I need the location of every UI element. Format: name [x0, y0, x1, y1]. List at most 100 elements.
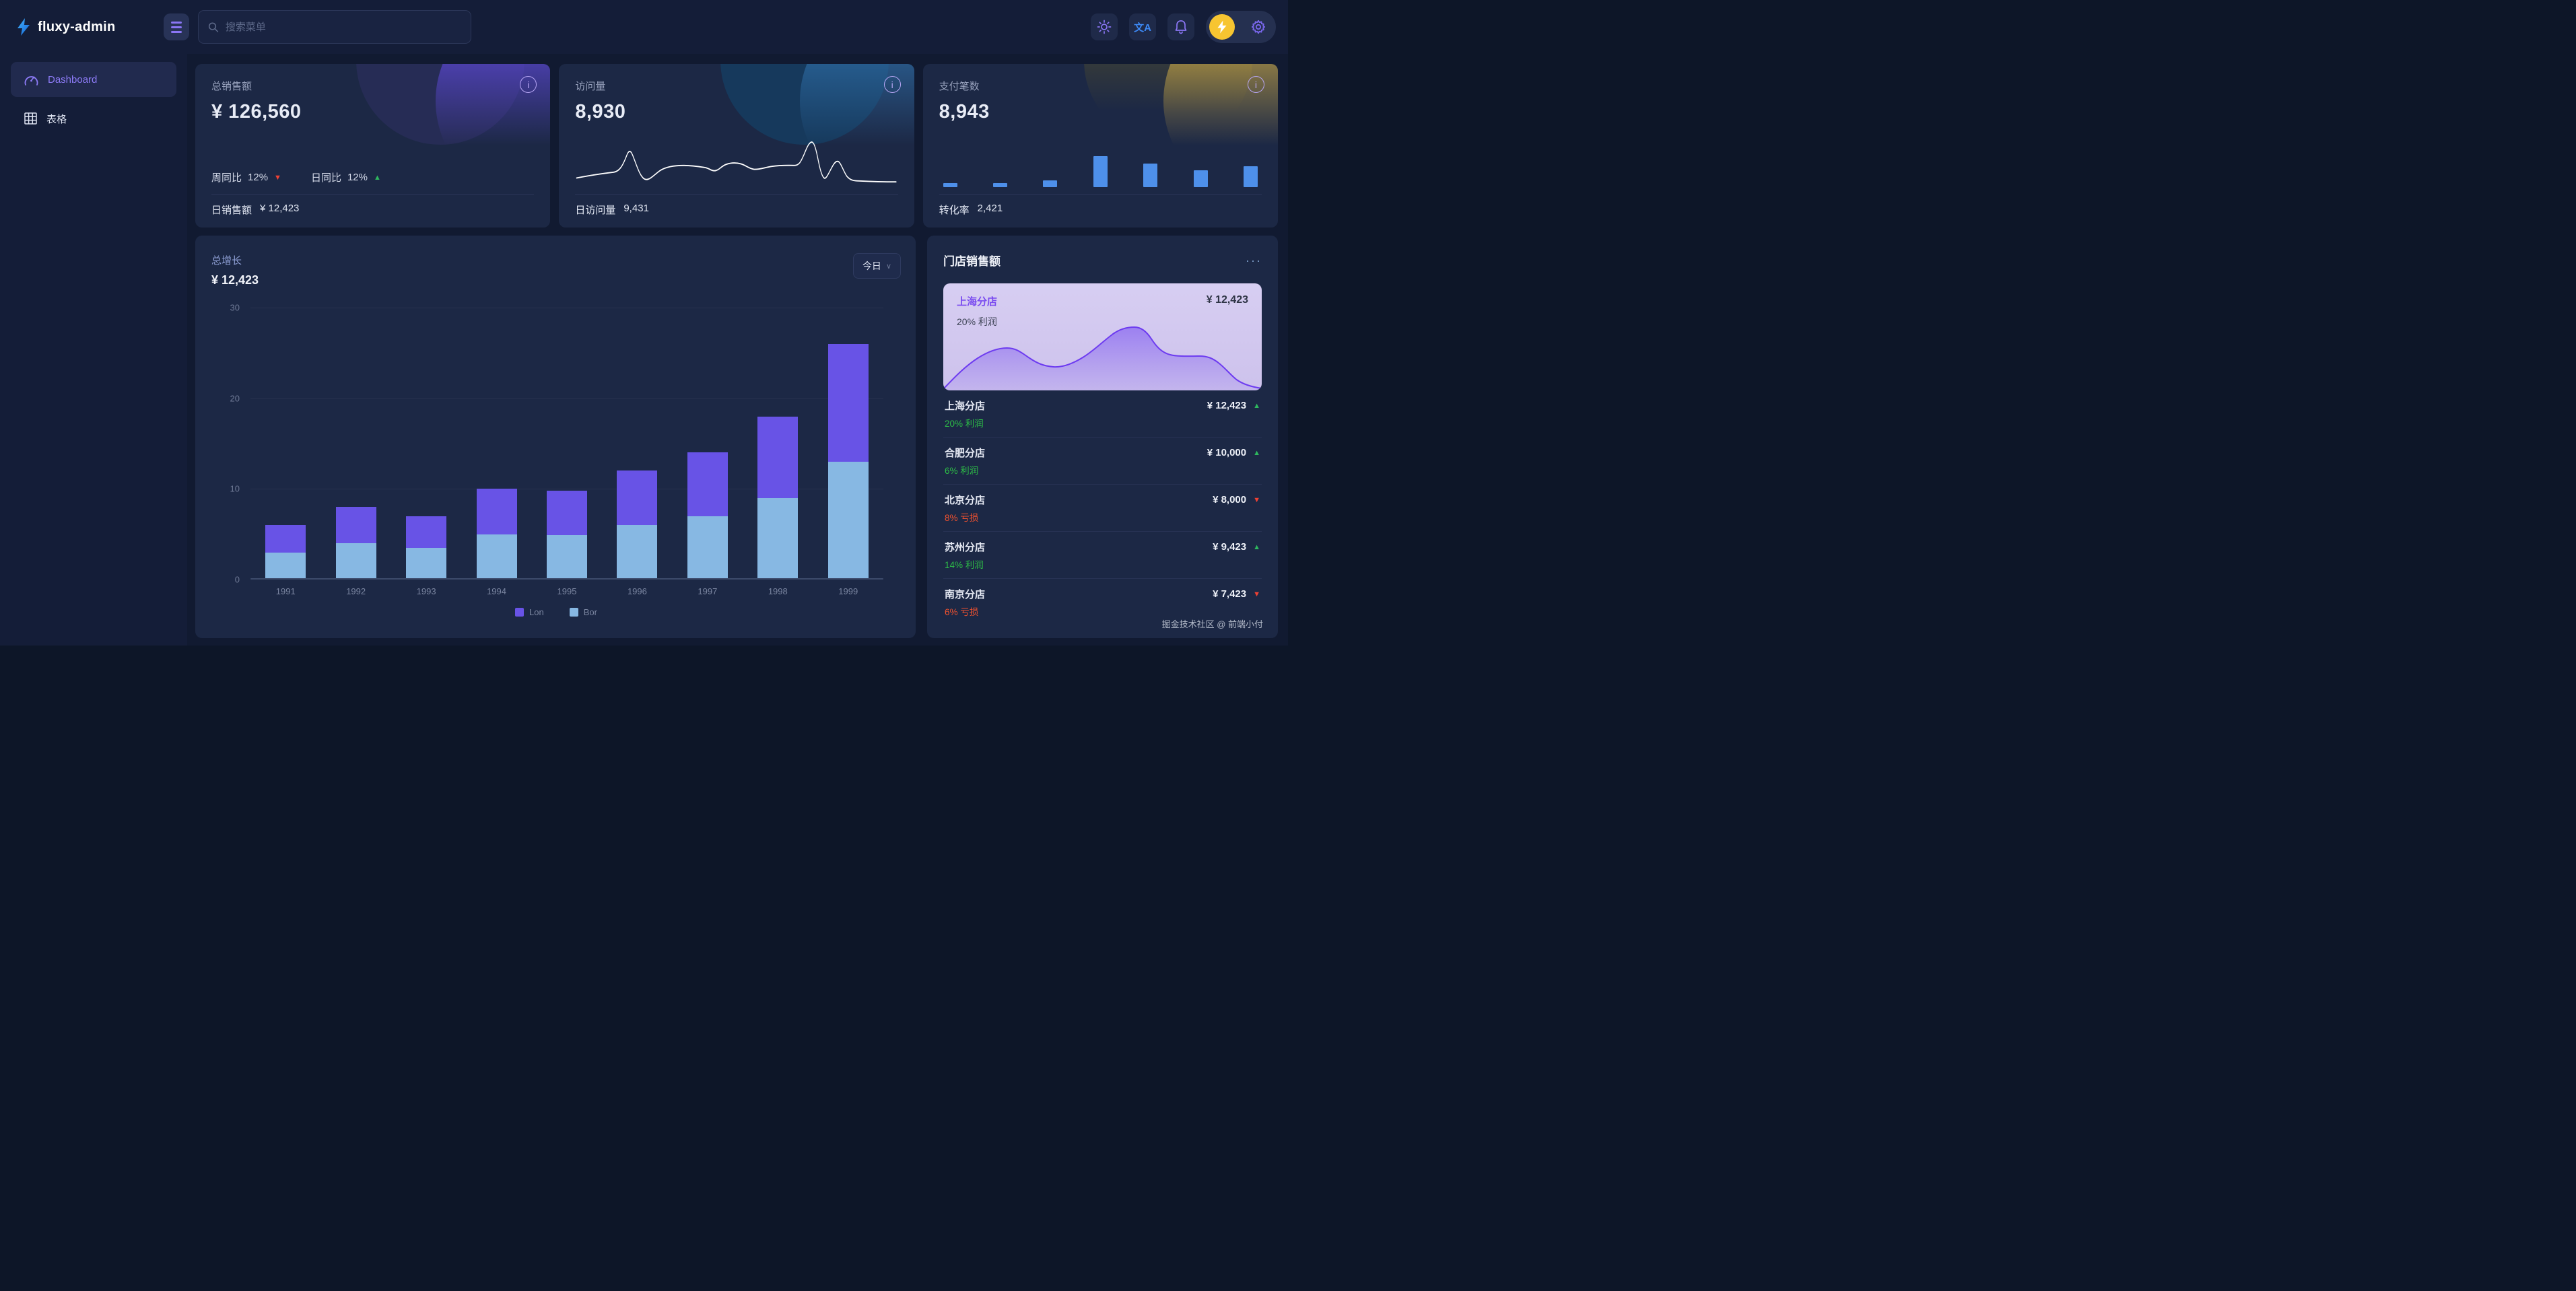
date-range-dropdown[interactable]: 今日 ∨	[853, 253, 901, 279]
store-name: 上海分店	[945, 398, 985, 413]
panel-title: 门店销售额	[943, 252, 1001, 269]
trend-down-icon: ▼	[1253, 590, 1260, 598]
stacked-bar[interactable]	[547, 491, 587, 580]
mini-bar	[993, 183, 1007, 187]
growth-chart-card: 总增长 ¥ 12,423 今日 ∨ 0102030	[195, 236, 916, 638]
search-icon	[208, 22, 219, 33]
store-note: 6% 亏损	[945, 604, 1260, 618]
footer-value: 9,431	[623, 203, 649, 217]
brand-logo: fluxy-admin	[0, 18, 164, 36]
trend-up-icon: ▲	[1253, 402, 1260, 410]
visits-sparkline-chart	[575, 137, 897, 186]
card-title: 访问量	[575, 79, 897, 93]
topbar-actions: 文A	[1091, 11, 1276, 43]
card-total-sales: i 总销售额 ¥ 126,560 周同比 12% ▼ 日同比	[195, 64, 550, 228]
stacked-bar[interactable]	[406, 516, 446, 580]
info-icon[interactable]: i	[1248, 76, 1264, 93]
stacked-bar[interactable]	[687, 452, 728, 580]
metric-label: 周同比	[211, 170, 242, 184]
ellipsis-icon[interactable]: ···	[1246, 257, 1262, 264]
theme-mode-toggle[interactable]	[1206, 11, 1276, 43]
featured-store-name: 上海分店	[957, 294, 997, 308]
y-tick-label: 10	[230, 484, 240, 494]
settings-gear-icon[interactable]	[1250, 19, 1266, 35]
x-axis-line	[250, 578, 883, 580]
sidebar-item-dashboard[interactable]: Dashboard	[11, 62, 176, 97]
footer-value: 2,421	[978, 203, 1003, 217]
lightning-bolt-icon	[16, 18, 31, 36]
card-value: 8,943	[939, 101, 1262, 123]
chevron-down-icon: ∨	[886, 262, 891, 271]
card-title: 支付笔数	[939, 79, 1262, 93]
card-title: 总销售额	[211, 79, 534, 93]
x-tick-label: 1999	[813, 586, 883, 596]
footer-label: 转化率	[939, 203, 970, 217]
metric-value: 12%	[248, 172, 268, 183]
store-row[interactable]: 苏州分店¥ 9,423▲14% 利润	[943, 532, 1262, 579]
info-icon[interactable]: i	[520, 76, 537, 93]
trend-up-icon: ▲	[1253, 449, 1260, 457]
sidebar: Dashboard 表格	[0, 54, 187, 646]
featured-store-value: ¥ 12,423	[1207, 294, 1248, 308]
translate-icon: 文A	[1134, 20, 1151, 34]
store-list: 上海分店¥ 12,423▲20% 利润合肥分店¥ 10,000▲6% 利润北京分…	[943, 390, 1262, 629]
table-icon	[24, 112, 37, 125]
trend-up-icon: ▲	[374, 174, 381, 182]
mini-bar	[1194, 170, 1208, 187]
y-tick-label: 20	[230, 393, 240, 403]
growth-bars	[250, 308, 883, 580]
trend-down-icon: ▼	[1253, 496, 1260, 504]
featured-store-note: 20% 利润	[943, 308, 1262, 328]
store-row[interactable]: 合肥分店¥ 10,000▲6% 利润	[943, 438, 1262, 485]
search-input[interactable]	[226, 22, 461, 33]
card-value: ¥ 126,560	[211, 101, 534, 123]
footer-value: ¥ 12,423	[260, 203, 299, 217]
info-icon[interactable]: i	[884, 76, 901, 93]
stacked-bar[interactable]	[336, 507, 376, 580]
card-payments: i 支付笔数 8,943 转化率 2,421	[923, 64, 1278, 228]
x-tick-label: 1995	[532, 586, 602, 596]
store-name: 北京分店	[945, 493, 985, 507]
x-tick-label: 1991	[250, 586, 320, 596]
card-value: 8,930	[575, 101, 897, 123]
store-value: ¥ 12,423	[1207, 400, 1246, 411]
stacked-bar[interactable]	[828, 344, 869, 580]
growth-plot-area: 0102030	[250, 308, 883, 580]
featured-store-card[interactable]: 上海分店 ¥ 12,423 20% 利润	[943, 283, 1262, 390]
metric-label: 日同比	[311, 170, 341, 184]
card-visits: i 访问量 8,930 日访问量 9,431	[559, 64, 914, 228]
x-tick-label: 1992	[320, 586, 391, 596]
stacked-bar[interactable]	[265, 525, 306, 580]
menu-toggle-button[interactable]	[164, 13, 189, 40]
legend-item[interactable]: Lon	[515, 607, 544, 617]
stacked-bar[interactable]	[757, 417, 798, 580]
sidebar-item-table[interactable]: 表格	[11, 101, 176, 136]
x-tick-label: 1998	[743, 586, 813, 596]
store-row[interactable]: 北京分店¥ 8,000▼8% 亏损	[943, 485, 1262, 532]
store-row[interactable]: 上海分店¥ 12,423▲20% 利润	[943, 390, 1262, 438]
notifications-button[interactable]	[1167, 13, 1194, 40]
mini-bar	[943, 183, 957, 187]
x-tick-label: 1993	[391, 586, 461, 596]
store-value: ¥ 7,423	[1213, 588, 1246, 600]
lightning-toggle-icon	[1209, 14, 1235, 40]
footer-label: 日访问量	[575, 203, 615, 217]
store-name: 合肥分店	[945, 446, 985, 460]
stacked-bar[interactable]	[477, 489, 517, 580]
store-note: 8% 亏损	[945, 510, 1260, 524]
menu-icon	[171, 22, 182, 24]
app-root: fluxy-admin	[0, 0, 1288, 646]
x-tick-label: 1997	[673, 586, 743, 596]
y-tick-label: 0	[235, 575, 240, 585]
stacked-bar[interactable]	[617, 470, 657, 580]
trend-down-icon: ▼	[274, 174, 281, 182]
store-name: 南京分店	[945, 587, 985, 601]
language-button[interactable]: 文A	[1129, 13, 1156, 40]
metric-value: 12%	[347, 172, 368, 183]
theme-button[interactable]	[1091, 13, 1118, 40]
legend-item[interactable]: Bor	[570, 607, 597, 617]
footer-label: 日销售额	[211, 203, 252, 217]
search-bar[interactable]	[198, 10, 471, 44]
store-value: ¥ 9,423	[1213, 541, 1246, 553]
growth-legend: Lon Bor	[211, 607, 901, 617]
